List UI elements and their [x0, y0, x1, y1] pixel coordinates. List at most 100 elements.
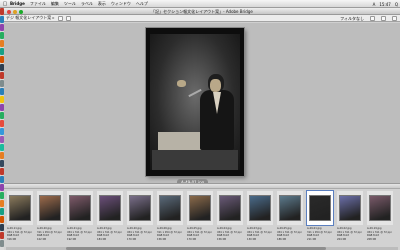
toolbar-right: フィルタなし	[340, 15, 397, 22]
rotate-button[interactable]	[381, 16, 386, 21]
thumbnail-item[interactable]: A-49-05.jpg 454 x 311 @ 72 ppi RGB 8-bit 18…	[276, 190, 304, 250]
clock[interactable]: 15:47	[379, 2, 391, 7]
menu-edit[interactable]: 編集	[51, 1, 59, 7]
thumbnail-item[interactable]: A-49-03.jpg 454 x 311 @ 72 ppi RGB 8-bit 13…	[246, 190, 274, 250]
speaker-hand	[177, 80, 186, 87]
thumbnail-metadata: A-49-02.jpg 454 x 311 @ 72 ppi RGB 8-bit 20…	[337, 227, 364, 241]
window-title: 「記」セクション報文化レイアウト案」- Adobe Bridge	[151, 9, 253, 14]
thumbnail-metadata: A-49-03.jpg 454 x 311 @ 72 ppi RGB 8-bit 13…	[247, 227, 274, 241]
thumbnail-frame	[37, 191, 63, 225]
menu-file[interactable]: ファイル	[30, 1, 46, 7]
thumbnail-item[interactable]: A-49-23.jpg 454 x 311 @ 72 ppi RGB 8-bit 18…	[96, 190, 124, 250]
thumbnail-frame	[277, 191, 303, 225]
thumbnail-metadata: A-49-06.jpg 311 x 454 @ 72 ppi RGB 8-bit 15…	[157, 227, 184, 241]
thumbnail-frame	[67, 191, 93, 225]
thumbnail-frame	[187, 191, 213, 225]
thumbnail-filesize: 102 KB	[37, 237, 46, 241]
thumbnail-metadata: A-49-20.jpg 454 x 311 @ 72 ppi RGB 8-bit 17…	[127, 227, 154, 241]
lectern-base	[152, 150, 238, 170]
thumbnail-image[interactable]	[9, 195, 31, 221]
thumbnail-metadata: A-49-01.jpg 311 x 454 @ 72 ppi RGB 8-bit 21…	[307, 227, 334, 241]
photo-sheet	[150, 34, 240, 170]
thumbnail-item[interactable]: A-49-05.jpg 454 x 311 @ 72 ppi RGB 8-bit 17…	[186, 190, 214, 250]
thumbnail-item[interactable]: A-49-01.jpg 311 x 454 @ 72 ppi RGB 8-bit 21…	[306, 190, 334, 250]
menu-window[interactable]: ウィンドウ	[111, 1, 131, 7]
apple-menu-icon[interactable]: 	[0, 1, 10, 7]
menu-view[interactable]: 表示	[98, 1, 106, 7]
thumbnail-filesize: 211 KB	[307, 237, 316, 241]
preview-area[interactable]: A-49-01.jpg	[4, 23, 400, 186]
thumbnail-image[interactable]	[309, 195, 331, 221]
thumbnail-item[interactable]: A-49-06.jpg 311 x 454 @ 72 ppi RGB 8-bit 15…	[156, 190, 184, 250]
spotlight-icon[interactable]: Q	[395, 2, 398, 7]
speaker-face	[210, 79, 221, 92]
thumbnail-frame	[307, 191, 333, 225]
thumbnail-metadata: A-49-19.jpg 454 x 311 @ 72 ppi RGB 8-bit 20…	[367, 227, 394, 241]
menu-tools[interactable]: ツール	[64, 1, 76, 7]
thumbnail-filesize: 316 KB	[7, 237, 16, 241]
thumbnail-metadata: A-49-20.jpg 311 x 454 @ 72 ppi RGB 8-bit 10…	[37, 227, 64, 241]
thumbnail-item[interactable]: A-49-20.jpg 311 x 454 @ 72 ppi RGB 8-bit 10…	[36, 190, 64, 250]
thumbnail-item[interactable]: A-49-21.jpg 454 x 311 @ 72 ppi RGB 8-bit 19…	[66, 190, 94, 250]
thumbnail-filesize: 156 KB	[217, 237, 226, 241]
thumbnail-filesize: 170 KB	[187, 237, 196, 241]
path-bar: デジ 報文化レイアウト案 フィルタなし	[4, 15, 400, 22]
filmstrip-header	[4, 184, 400, 189]
menu-app-name[interactable]: Bridge	[10, 1, 25, 6]
filter-menu[interactable]: フィルタなし	[340, 16, 364, 22]
thumbnail-frame	[367, 191, 393, 225]
thumbnail-image[interactable]	[249, 195, 271, 221]
thumbnail-list: A-49-11.jpg 454 x 311 @ 72 ppi RGB 8-bit 31…	[6, 190, 398, 250]
thumbnail-filesize: 184 KB	[97, 237, 106, 241]
forward-button[interactable]	[65, 15, 71, 21]
menu-tray: A 15:47 Q	[373, 0, 398, 8]
thumbnail-image[interactable]	[99, 195, 121, 221]
thumbnail-filesize: 204 KB	[337, 237, 346, 241]
window-controls	[7, 9, 23, 14]
thumbnail-metadata: A-49-11.jpg 454 x 311 @ 72 ppi RGB 8-bit 31…	[7, 227, 34, 241]
thumbnail-item[interactable]: A-49-19.jpg 454 x 311 @ 72 ppi RGB 8-bit 20…	[366, 190, 394, 250]
title-bar: 「記」セクション報文化レイアウト案」- Adobe Bridge	[4, 8, 400, 15]
thumbnail-frame	[127, 191, 153, 225]
menu-label[interactable]: ラベル	[81, 1, 93, 7]
menu-bar:  Bridge ファイル 編集 ツール ラベル 表示 ウィンドウ ヘルプ A …	[0, 0, 400, 8]
thumbnail-frame	[157, 191, 183, 225]
breadcrumb[interactable]: デジ 報文化レイアウト案	[6, 15, 55, 21]
thumbnail-frame	[7, 191, 33, 225]
thumbnail-image[interactable]	[219, 195, 241, 221]
input-method-indicator[interactable]: A	[373, 2, 376, 7]
thumbnail-metadata: A-49-05.jpg 454 x 311 @ 72 ppi RGB 8-bit 18…	[277, 227, 304, 241]
thumbnail-image[interactable]	[159, 195, 181, 221]
thumbnail-frame	[337, 191, 363, 225]
thumbnail-frame	[247, 191, 273, 225]
thumbnail-image[interactable]	[339, 195, 361, 221]
thumbnail-image[interactable]	[129, 195, 151, 221]
close-window-button[interactable]	[7, 9, 11, 14]
thumbnail-image[interactable]	[39, 195, 61, 221]
thumbnail-item[interactable]: A-49-02.jpg 454 x 311 @ 72 ppi RGB 8-bit 20…	[336, 190, 364, 250]
thumbnail-frame	[97, 191, 123, 225]
thumbnail-metadata: A-49-21.jpg 454 x 311 @ 72 ppi RGB 8-bit 19…	[67, 227, 94, 241]
zoom-window-button[interactable]	[19, 9, 23, 14]
thumbnail-metadata: A-49-05.jpg 454 x 311 @ 72 ppi RGB 8-bit 17…	[187, 227, 214, 241]
bridge-window: 「記」セクション報文化レイアウト案」- Adobe Bridge デジ 報文化レ…	[4, 8, 400, 250]
thumbnail-image[interactable]	[189, 195, 211, 221]
minimize-window-button[interactable]	[13, 9, 17, 14]
preview-photo[interactable]	[146, 28, 244, 176]
thumbnail-filesize: 186 KB	[277, 237, 286, 241]
thumbnail-item[interactable]: A-49-20.jpg 454 x 311 @ 72 ppi RGB 8-bit 17…	[126, 190, 154, 250]
thumbnail-item[interactable]: A-49-11.jpg 454 x 311 @ 72 ppi RGB 8-bit 31…	[6, 190, 34, 250]
thumbnail-image[interactable]	[369, 195, 391, 221]
thumbnail-filesize: 156 KB	[157, 237, 166, 241]
thumbnail-metadata: A-49-04.jpg 454 x 311 @ 72 ppi RGB 8-bit 15…	[217, 227, 244, 241]
menu-help[interactable]: ヘルプ	[136, 1, 148, 7]
thumbnail-item[interactable]: A-49-04.jpg 454 x 311 @ 72 ppi RGB 8-bit 15…	[216, 190, 244, 250]
thumbnail-filesize: 192 KB	[67, 237, 76, 241]
back-button[interactable]	[57, 15, 63, 21]
thumbnail-image[interactable]	[279, 195, 301, 221]
view-mode-button[interactable]	[370, 16, 375, 21]
thumbnail-filesize: 208 KB	[367, 237, 376, 241]
thumbnail-image[interactable]	[69, 195, 91, 221]
filmstrip: A-49-11.jpg 454 x 311 @ 72 ppi RGB 8-bit 31…	[4, 183, 400, 250]
delete-button[interactable]	[392, 16, 397, 21]
